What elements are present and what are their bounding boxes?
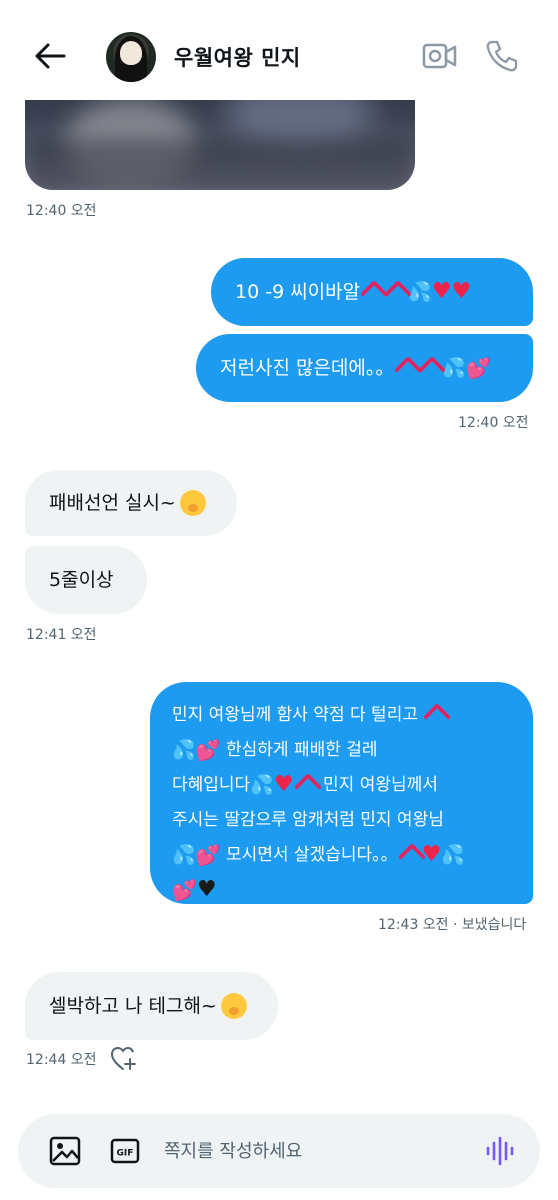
message-line: 다혜입니다 <box>172 775 251 795</box>
outgoing-message[interactable]: 저런사진 많은데에。。 💦 💕 <box>196 334 533 402</box>
message-timestamp: 12:40 오전 <box>458 415 529 431</box>
incoming-message[interactable]: 패배선언 실시~ <box>25 470 237 536</box>
message-text: 10 -9 씨이바알 <box>235 281 361 303</box>
incoming-message[interactable]: 5줄이상 <box>25 546 147 614</box>
add-photo-button[interactable] <box>48 1134 82 1168</box>
anger-symbol-icon <box>424 704 446 726</box>
svg-text:GIF: GIF <box>117 1149 134 1159</box>
anger-symbol-icon <box>361 281 383 303</box>
phone-icon <box>486 40 518 72</box>
message-line: 모시면서 살겠습니다。。 <box>225 845 398 865</box>
voice-message-button[interactable] <box>484 1136 518 1166</box>
two-hearts-icon: 💕 <box>195 738 221 762</box>
message-status: 12:43 오전 · 보냈습니다 <box>378 917 527 933</box>
contact-avatar[interactable] <box>106 32 156 82</box>
add-gif-button[interactable]: GIF <box>110 1136 140 1166</box>
outgoing-message[interactable]: 민지 여왕님께 함사 약점 다 털리고 💦💕 한심하게 패배한 걸레 다혜입니다… <box>150 682 533 904</box>
message-timestamp: 12:41 오전 <box>26 627 97 643</box>
face-with-hand-over-mouth-icon <box>220 993 247 1019</box>
sweat-droplets-icon: 💦 <box>172 844 196 866</box>
message-line: 주시는 딸감으루 암캐처럼 민지 여왕님 <box>172 810 444 830</box>
message-timestamp: 12:44 오전 <box>26 1052 97 1068</box>
face-with-hand-over-mouth-icon <box>179 490 206 516</box>
gif-icon: GIF <box>110 1138 140 1164</box>
back-arrow-icon <box>35 43 66 69</box>
sweat-droplets-icon: 💦 <box>441 844 466 866</box>
contact-name[interactable]: 우월여왕 민지 <box>174 42 301 72</box>
two-hearts-icon: 💕 <box>195 843 221 867</box>
message-text: 5줄이상 <box>49 569 114 591</box>
sweat-droplets-icon: 💦 <box>442 357 467 379</box>
sweat-droplets-icon: 💦 <box>172 739 196 761</box>
anger-symbol-icon <box>419 357 441 379</box>
add-reaction-button[interactable] <box>110 1046 138 1072</box>
video-call-icon <box>422 43 457 69</box>
incoming-message[interactable]: 셀박하고 나 테그해~ <box>25 972 278 1040</box>
black-heart-icon: ♥ <box>196 877 217 902</box>
message-line: 민지 여왕님께서 <box>323 775 438 795</box>
anger-symbol-icon <box>385 281 407 303</box>
back-button[interactable] <box>30 38 70 74</box>
sweat-droplets-icon: 💦 <box>408 281 432 303</box>
conversation-header: 우월여왕 민지 <box>0 0 558 100</box>
message-text: 패배선언 실시~ <box>49 492 176 514</box>
message-line: 한심하게 패배한 걸레 <box>225 740 378 760</box>
red-heart-icon: ♥ <box>431 279 452 304</box>
image-icon <box>49 1136 81 1166</box>
message-composer: GIF <box>18 1114 540 1188</box>
sweat-droplets-icon: 💦 <box>250 774 274 796</box>
two-hearts-icon: 💕 <box>172 878 197 902</box>
message-timestamp: 12:40 오전 <box>26 203 97 219</box>
video-call-button[interactable] <box>422 40 458 72</box>
red-heart-icon: ♥ <box>273 772 294 797</box>
two-hearts-icon: 💕 <box>466 356 491 380</box>
message-text: 셀박하고 나 테그해~ <box>49 995 217 1017</box>
red-heart-icon: ♥ <box>451 279 472 304</box>
message-text: 저런사진 많은데에。。 <box>220 357 395 379</box>
anger-symbol-icon <box>399 844 421 866</box>
message-input[interactable] <box>164 1130 464 1172</box>
add-reaction-heart-icon <box>110 1046 136 1070</box>
anger-symbol-icon <box>395 357 417 379</box>
anger-symbol-icon <box>295 774 317 796</box>
voice-message-icon <box>486 1136 514 1166</box>
message-line: 민지 여왕님께 함사 약점 다 털리고 <box>172 705 418 725</box>
voice-call-button[interactable] <box>484 38 520 74</box>
outgoing-message[interactable]: 10 -9 씨이바알 💦 ♥ ♥ <box>211 258 533 326</box>
